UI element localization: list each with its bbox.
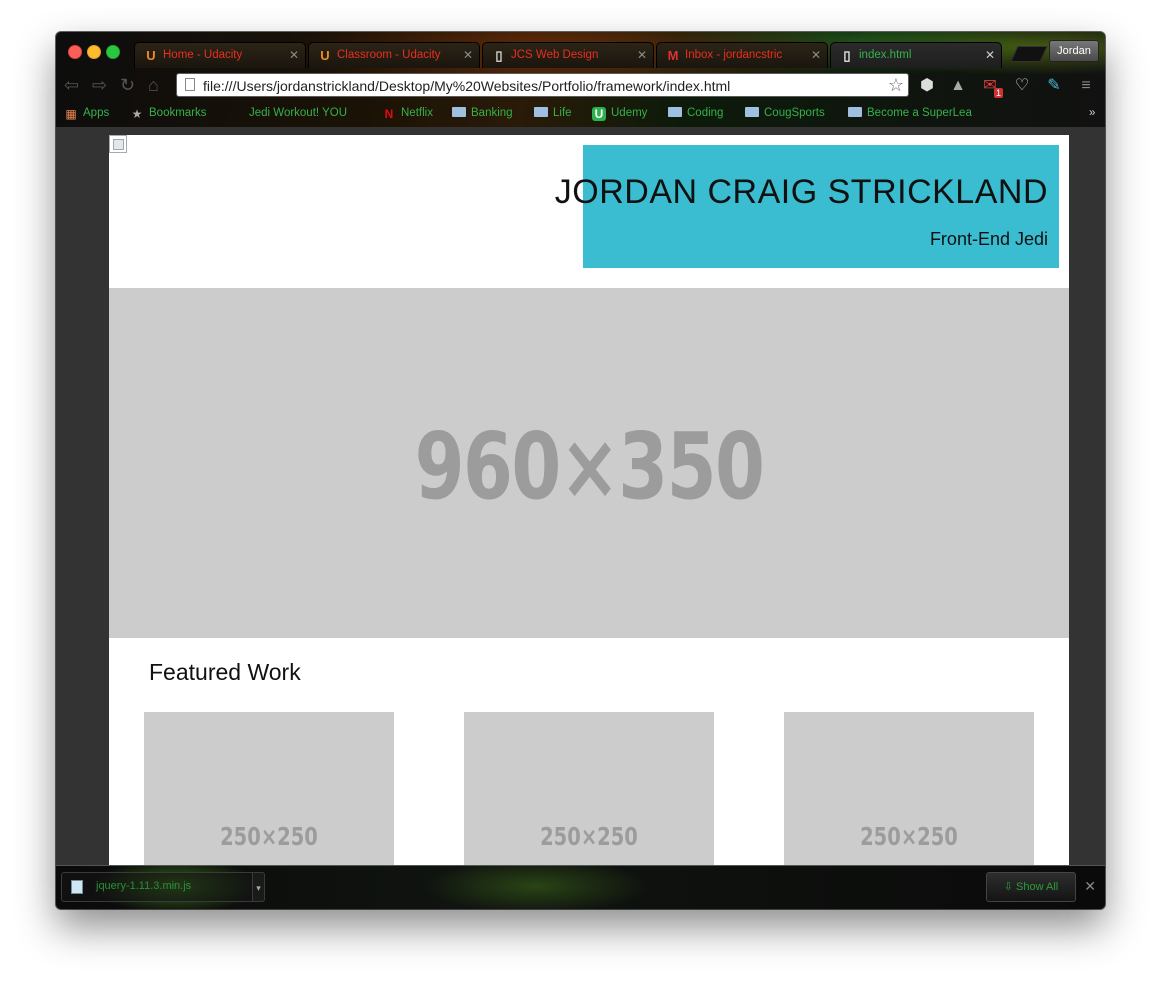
forward-arrow-icon[interactable]: ⇨ <box>92 75 107 95</box>
hero-placeholder-image: 960×350 <box>109 288 1069 638</box>
minimize-window-button[interactable] <box>87 45 101 59</box>
bookmarks-overflow-button[interactable]: » <box>1089 107 1095 123</box>
page-viewport[interactable]: JORDAN CRAIG STRICKLAND Front-End Jedi 9… <box>56 127 1105 865</box>
close-icon[interactable]: ✕ <box>811 48 821 62</box>
file-icon <box>71 880 83 894</box>
toolbar: ⇦ ⇨ ↻ ⌂ file:///Users/jordanstrickland/D… <box>56 69 1105 101</box>
url-text[interactable]: file:///Users/jordanstrickland/Desktop/M… <box>203 78 730 94</box>
graduation-cap-icon[interactable]: ▲ <box>948 76 968 96</box>
close-icon[interactable]: ✕ <box>463 48 473 62</box>
show-all-downloads-button[interactable]: ⇩ Show All <box>986 872 1076 902</box>
bookmark-label: Become a SuperLea <box>867 107 972 119</box>
tab-classroom-udacity[interactable]: U Classroom - Udacity ✕ <box>308 42 480 68</box>
star-icon: ★ <box>131 107 143 121</box>
reload-icon[interactable]: ↻ <box>120 75 135 95</box>
bookmark-apps[interactable]: ▦ Apps <box>64 107 109 123</box>
udacity-icon: U <box>146 48 156 63</box>
bookmark-label: CougSports <box>764 107 825 119</box>
bookmark-label: Banking <box>471 107 513 119</box>
home-icon[interactable]: ⌂ <box>148 75 159 95</box>
bookmark-bookmarks[interactable]: ★ Bookmarks <box>130 107 207 123</box>
bookmarks-bar: ▦ Apps ★ Bookmarks Jedi Workout! YOU N Netf… <box>56 103 1105 127</box>
close-icon[interactable]: ✕ <box>1084 878 1096 895</box>
bookmark-life[interactable]: Life <box>534 106 572 123</box>
folder-icon <box>534 106 548 117</box>
thumbnail-label: 250×250 <box>540 822 638 851</box>
bookmark-label: Coding <box>687 107 724 119</box>
page-icon <box>185 78 195 91</box>
featured-thumbnail[interactable]: 250×250 <box>144 712 394 865</box>
eyedropper-icon[interactable]: ✎ <box>1044 76 1064 96</box>
bookmark-jedi-workout[interactable]: Jedi Workout! YOU <box>230 107 366 123</box>
new-tab-button[interactable] <box>1010 46 1048 62</box>
download-item[interactable]: jquery-1.11.3.min.js <box>61 872 265 902</box>
page-icon: ▯ <box>495 48 503 63</box>
featured-thumbnail[interactable]: 250×250 <box>784 712 1034 865</box>
address-bar[interactable]: file:///Users/jordanstrickland/Desktop/M… <box>176 73 909 97</box>
back-arrow-icon[interactable]: ⇦ <box>64 75 79 95</box>
thumbnail-label: 250×250 <box>860 822 958 851</box>
extension-icon[interactable]: ⬢ <box>917 76 937 96</box>
browser-window: U Home - Udacity ✕ U Classroom - Udacity… <box>56 32 1105 909</box>
bookmark-banking[interactable]: Banking <box>452 106 513 123</box>
bookmark-label: Jedi Workout! YOU <box>249 107 348 119</box>
profile-button[interactable]: Jordan <box>1049 40 1099 62</box>
folder-icon <box>668 106 682 117</box>
download-arrow-icon: ⇩ <box>1003 881 1017 893</box>
bookmark-netflix[interactable]: N Netflix <box>382 107 433 123</box>
tab-title: Inbox - jordancstric <box>685 49 783 61</box>
site-title: JORDAN CRAIG STRICKLAND <box>554 173 1048 211</box>
bookmark-label: Udemy <box>611 107 648 119</box>
udacity-icon: U <box>320 48 330 63</box>
bookmark-label: Apps <box>83 107 110 119</box>
header-title-box: JORDAN CRAIG STRICKLAND Front-End Jedi <box>555 145 1059 268</box>
gmail-icon: M <box>667 48 679 63</box>
site-subtitle: Front-End Jedi <box>929 229 1048 249</box>
folder-icon <box>745 106 759 117</box>
udemy-icon: U <box>592 107 606 121</box>
chevron-down-icon[interactable]: ▾ <box>252 872 265 902</box>
netflix-icon: N <box>384 107 394 121</box>
show-all-label: Show All <box>1016 881 1059 893</box>
tab-strip: U Home - Udacity ✕ U Classroom - Udacity… <box>134 42 1105 68</box>
bookmark-coding[interactable]: Coding <box>668 106 724 123</box>
folder-icon <box>848 107 862 117</box>
download-file-name: jquery-1.11.3.min.js <box>96 880 192 892</box>
apps-grid-icon: ▦ <box>65 107 77 121</box>
close-icon[interactable]: ✕ <box>637 48 647 62</box>
close-window-button[interactable] <box>68 45 82 59</box>
tab-title: Home - Udacity <box>163 49 243 61</box>
bookmark-label: Life <box>553 107 572 119</box>
pocket-icon[interactable]: ♡ <box>1012 76 1032 96</box>
bookmark-cougsports[interactable]: CougSports <box>745 106 825 123</box>
gmail-badge: 1 <box>994 88 1004 98</box>
thumbnail-label: 250×250 <box>220 822 318 851</box>
close-icon[interactable]: ✕ <box>985 48 995 62</box>
close-icon[interactable]: ✕ <box>289 48 299 62</box>
tab-home-udacity[interactable]: U Home - Udacity ✕ <box>134 42 306 68</box>
folder-icon <box>452 106 466 117</box>
tab-inbox[interactable]: M Inbox - jordancstric ✕ <box>656 42 828 68</box>
bookmark-become-a-superlearner[interactable]: Become a SuperLea <box>848 107 984 123</box>
tab-index-html[interactable]: ▯ index.html ✕ <box>830 42 1002 68</box>
tab-title: Classroom - Udacity <box>337 49 441 61</box>
star-icon[interactable]: ☆ <box>888 75 904 96</box>
bookmark-udemy[interactable]: U Udemy <box>592 107 647 123</box>
bookmark-label: Bookmarks <box>149 107 207 119</box>
web-page: JORDAN CRAIG STRICKLAND Front-End Jedi 9… <box>109 135 1069 865</box>
tab-title: JCS Web Design <box>511 49 599 61</box>
maximize-window-button[interactable] <box>106 45 120 59</box>
bookmark-label: Netflix <box>401 107 433 119</box>
tab-jcs-web-design[interactable]: ▯ JCS Web Design ✕ <box>482 42 654 68</box>
featured-work-heading: Featured Work <box>149 659 301 685</box>
page-icon: ▯ <box>843 48 851 63</box>
tab-title: index.html <box>859 49 912 61</box>
featured-thumbnail[interactable]: 250×250 <box>464 712 714 865</box>
browser-chrome: U Home - Udacity ✕ U Classroom - Udacity… <box>56 32 1105 127</box>
hero-placeholder-label: 960×350 <box>414 413 765 520</box>
menu-icon[interactable]: ≡ <box>1076 76 1096 96</box>
broken-image-icon <box>109 135 127 153</box>
download-shelf: jquery-1.11.3.min.js ▾ ⇩ Show All ✕ <box>56 865 1105 909</box>
